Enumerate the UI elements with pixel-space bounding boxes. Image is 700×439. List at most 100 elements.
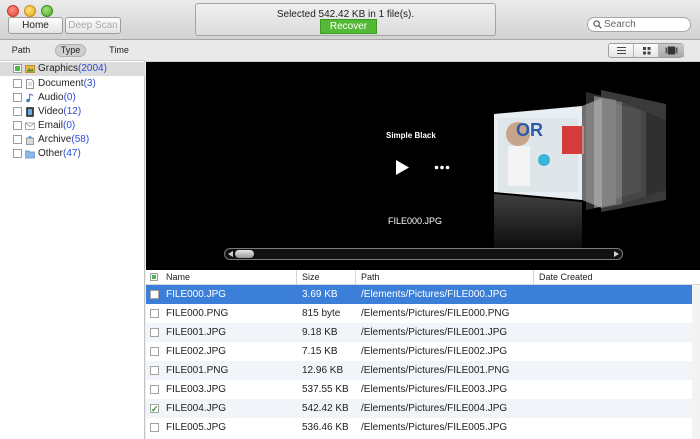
category-label: Email [38, 120, 64, 131]
category-item-graphics[interactable]: Graphics(2004) [0, 62, 145, 76]
select-all-checkbox[interactable] [150, 273, 158, 281]
file-name: FILE005.JPG [166, 422, 227, 433]
row-checkbox[interactable] [150, 328, 159, 337]
play-icon[interactable] [394, 159, 410, 176]
cover-flow-scrollbar[interactable] [224, 248, 623, 260]
table-row[interactable]: FILE005.JPG 536.46 KB /Elements/Pictures… [146, 418, 700, 437]
file-name: FILE000.PNG [166, 308, 229, 319]
file-size: 12.96 KB [302, 365, 344, 376]
table-row[interactable]: FILE000.JPG 3.69 KB /Elements/Pictures/F… [146, 285, 700, 304]
row-checkbox[interactable] [150, 423, 159, 432]
table-scrollbar[interactable] [692, 285, 700, 439]
zoom-window-button[interactable] [41, 5, 53, 17]
view-mode-switcher [608, 43, 684, 58]
table-row[interactable]: FILE001.PNG 12.96 KB /Elements/Pictures/… [146, 361, 700, 380]
category-item-email[interactable]: Email(0) [0, 119, 145, 133]
audio-icon [26, 93, 34, 103]
row-checkbox[interactable] [150, 385, 159, 394]
document-icon [26, 79, 34, 89]
file-size: 9.18 KB [302, 327, 338, 338]
file-name: FILE003.JPG [166, 384, 227, 395]
cover-flow-preview: OR Simple Black FILE000.JPG [146, 62, 700, 270]
recover-button[interactable]: Recover [320, 19, 377, 34]
search-icon [593, 20, 602, 29]
row-checkbox[interactable] [150, 400, 159, 419]
file-name: FILE004.JPG [166, 403, 227, 414]
scroll-right-arrow-icon[interactable] [612, 250, 620, 258]
checkbox[interactable] [13, 121, 22, 130]
search-input[interactable] [604, 19, 688, 30]
row-checkbox[interactable] [150, 347, 159, 356]
category-label: Video [38, 106, 64, 117]
file-size: 7.15 KB [302, 346, 338, 357]
column-header-date-created[interactable]: Date Created [539, 272, 593, 282]
table-row[interactable]: FILE002.JPG 7.15 KB /Elements/Pictures/F… [146, 342, 700, 361]
row-checkbox[interactable] [150, 366, 159, 375]
table-row[interactable]: FILE004.JPG 542.42 KB /Elements/Pictures… [146, 399, 700, 419]
deep-scan-button[interactable]: Deep Scan [65, 17, 121, 34]
checkbox[interactable] [13, 149, 22, 158]
category-count: (0) [63, 92, 76, 103]
list-view-button[interactable] [609, 44, 634, 57]
file-size: 536.46 KB [302, 422, 349, 433]
search-field[interactable] [587, 17, 691, 32]
checkbox[interactable] [13, 93, 22, 102]
checkbox[interactable] [13, 135, 22, 144]
home-button[interactable]: Home [8, 17, 63, 34]
file-size: 3.69 KB [302, 289, 338, 300]
category-count: (2004) [78, 63, 107, 74]
category-item-audio[interactable]: Audio(0) [0, 91, 145, 105]
file-name: FILE001.PNG [166, 365, 229, 376]
column-divider[interactable] [355, 270, 356, 285]
tab-time[interactable]: Time [106, 44, 132, 57]
cover-flow-thumbnails: OR [494, 90, 666, 262]
scrollbar-thumb[interactable] [235, 250, 254, 258]
svg-text:OR: OR [516, 120, 543, 140]
table-row[interactable]: FILE000.PNG 815 byte /Elements/Pictures/… [146, 304, 700, 323]
file-name: FILE000.JPG [166, 289, 227, 300]
checkbox[interactable] [13, 64, 22, 73]
file-name: FILE002.JPG [166, 346, 227, 357]
table-row[interactable]: FILE001.JPG 9.18 KB /Elements/Pictures/F… [146, 323, 700, 342]
file-size: 815 byte [302, 308, 341, 319]
view-toolbar [146, 41, 700, 62]
row-checkbox[interactable] [150, 309, 159, 318]
category-item-other[interactable]: Other(47) [0, 147, 145, 161]
tab-type[interactable]: Type [55, 44, 86, 57]
category-label: Audio [38, 92, 64, 103]
more-options-icon[interactable] [434, 165, 450, 170]
tab-path[interactable]: Path [8, 44, 34, 57]
folder-icon [25, 150, 35, 159]
checkbox[interactable] [13, 79, 22, 88]
row-checkbox[interactable] [150, 290, 159, 299]
column-divider[interactable] [296, 270, 297, 285]
table-row[interactable]: FILE003.JPG 537.55 KB /Elements/Pictures… [146, 380, 700, 399]
category-item-video[interactable]: Video(12) [0, 105, 145, 119]
file-path: /Elements/Pictures/FILE000.PNG [361, 308, 510, 319]
column-header-size[interactable]: Size [302, 272, 320, 282]
checkbox[interactable] [13, 107, 22, 116]
preview-title: Simple Black [386, 131, 436, 140]
close-window-button[interactable] [7, 5, 19, 17]
column-header-path[interactable]: Path [361, 272, 380, 282]
column-divider[interactable] [533, 270, 534, 285]
column-header-name[interactable]: Name [166, 272, 190, 282]
category-count: (12) [63, 106, 82, 117]
category-label: Other [38, 148, 64, 159]
preview-file-name: FILE000.JPG [388, 216, 443, 226]
file-path: /Elements/Pictures/FILE005.JPG [361, 422, 508, 433]
coverflow-view-icon [665, 46, 678, 55]
scroll-left-arrow-icon[interactable] [227, 250, 235, 258]
minimize-window-button[interactable] [24, 5, 36, 17]
coverflow-view-button[interactable] [659, 44, 684, 57]
file-path: /Elements/Pictures/FILE004.JPG [361, 403, 508, 414]
toolbar: Home Deep Scan Selected 542.42 KB in 1 f… [0, 0, 700, 40]
file-size: 537.55 KB [302, 384, 349, 395]
category-item-document[interactable]: Document(3) [0, 77, 145, 91]
file-path: /Elements/Pictures/FILE003.JPG [361, 384, 508, 395]
graphics-icon [25, 65, 35, 73]
category-label: Archive [38, 134, 72, 145]
grid-view-button[interactable] [634, 44, 659, 57]
category-item-archive[interactable]: Archive(58) [0, 133, 145, 147]
file-path: /Elements/Pictures/FILE002.JPG [361, 346, 508, 357]
